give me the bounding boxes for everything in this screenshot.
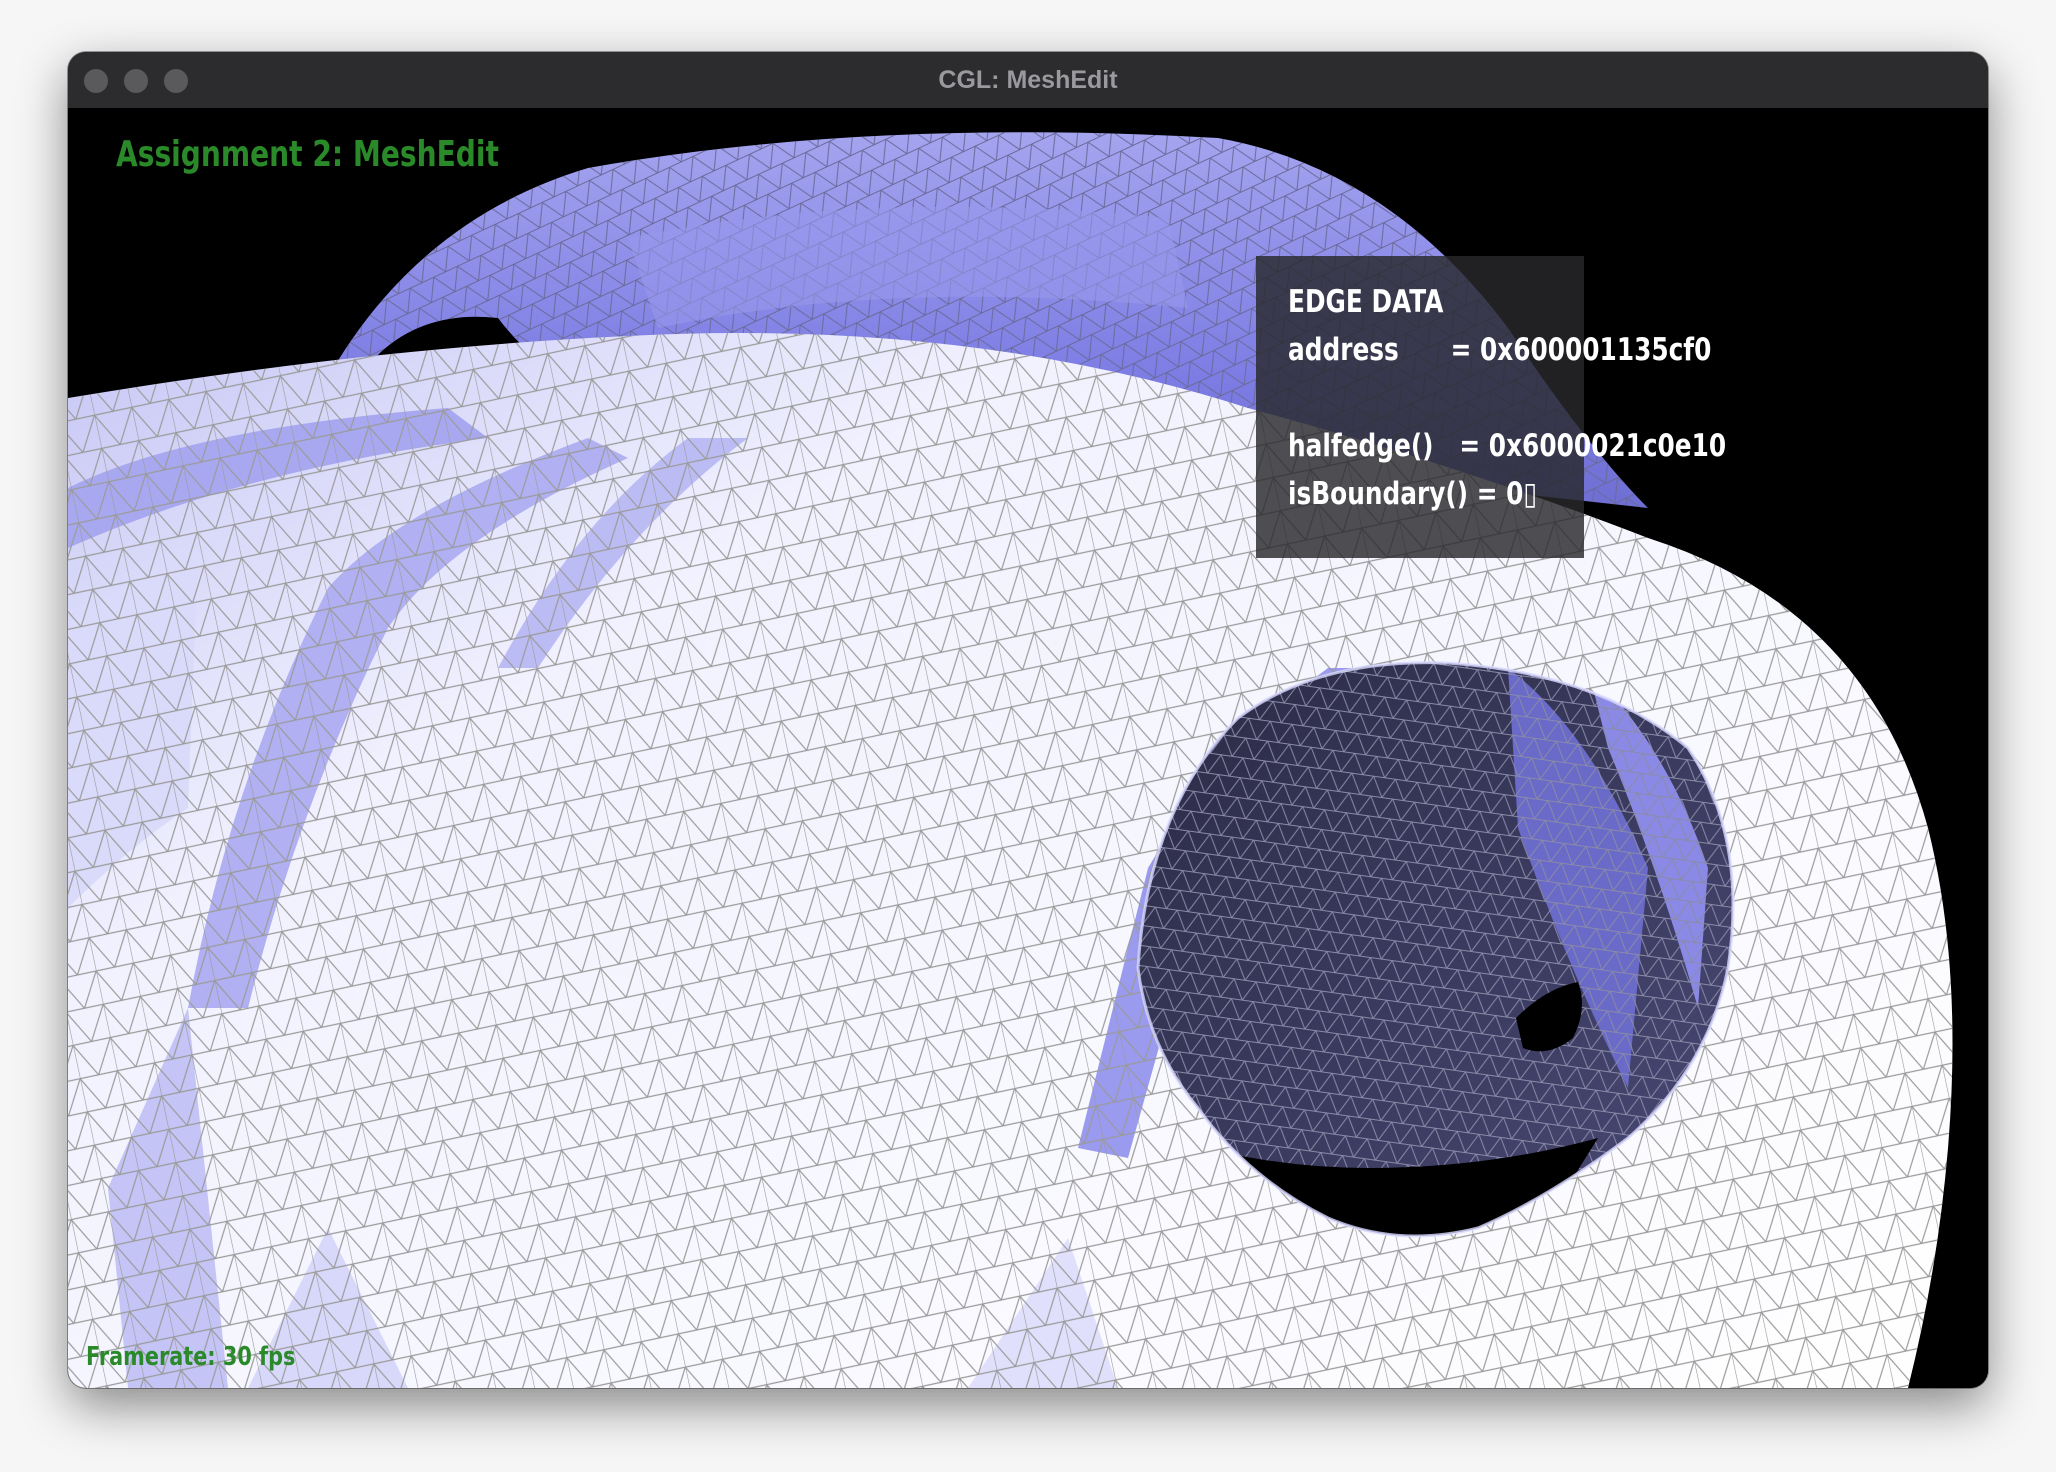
mesh-render[interactable] <box>68 108 1988 1388</box>
edge-data-title: EDGE DATA <box>1288 284 1444 320</box>
window-title: CGL: MeshEdit <box>938 66 1118 94</box>
edge-halfedge: halfedge() = 0x6000021c0e10 <box>1288 428 1727 464</box>
edge-address: address = 0x600001135cf0 <box>1288 332 1712 368</box>
app-heading: Assignment 2: MeshEdit <box>116 134 499 175</box>
framerate-readout: Framerate: 30 fps <box>86 1342 296 1372</box>
app-window: CGL: MeshEdit Assignment 2: MeshEdit EDG… <box>68 52 1988 1388</box>
edge-is-boundary: isBoundary() = 0▯ <box>1288 476 1538 512</box>
title-bar[interactable]: CGL: MeshEdit <box>68 52 1988 109</box>
edge-data-panel: EDGE DATA address = 0x600001135cf0 halfe… <box>1256 256 1726 558</box>
mesh-viewport[interactable]: Assignment 2: MeshEdit EDGE DATA address… <box>68 108 1988 1388</box>
